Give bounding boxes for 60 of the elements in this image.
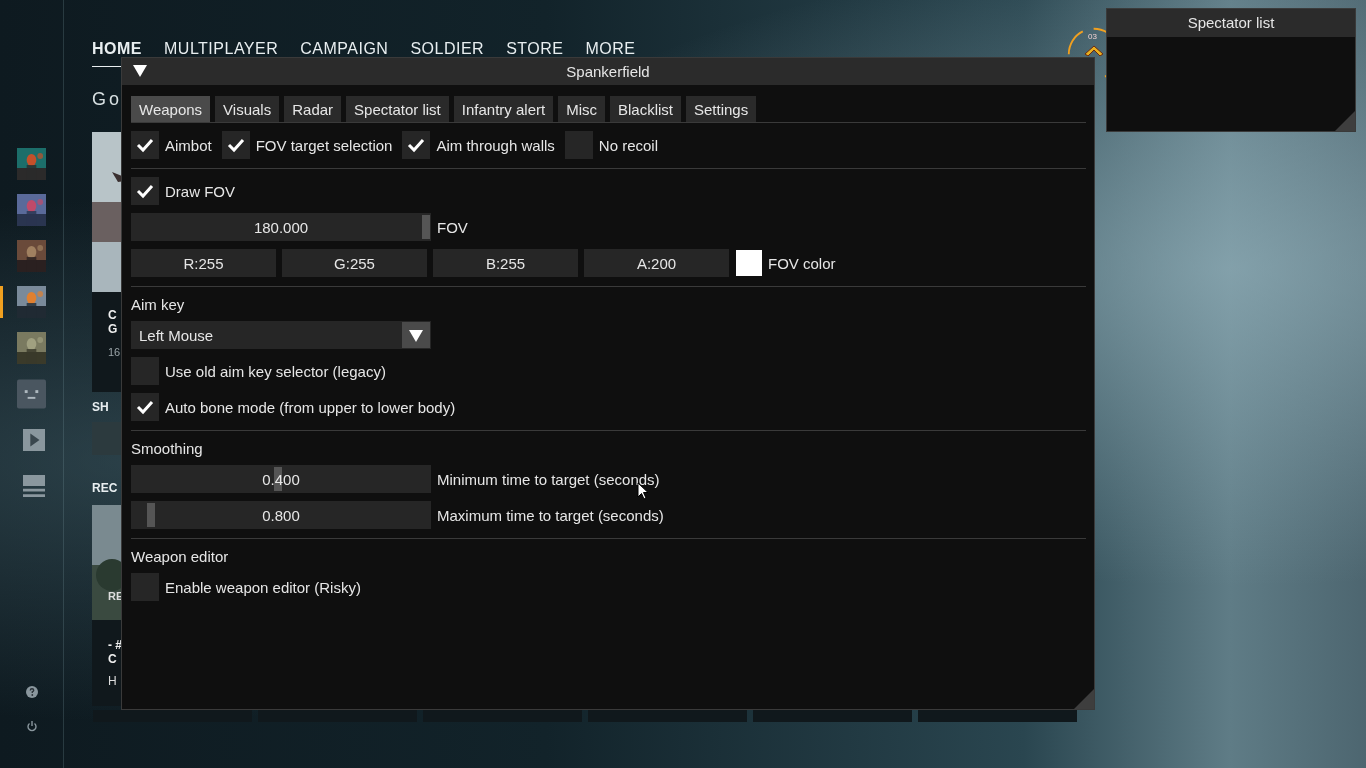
section-heading: REC [92,481,118,495]
tab[interactable]: Spectator list [346,96,449,122]
color-channel-field[interactable]: G:255 [282,249,427,277]
tab[interactable]: Radar [284,96,342,122]
greeting-heading: Go [92,89,122,110]
card-title: - # [108,638,122,652]
checkbox-label: Aim through walls [436,136,555,154]
color-label: FOV color [768,254,836,272]
tab[interactable]: Weapons [131,96,211,122]
slider-label: Maximum time to target (seconds) [437,506,664,524]
window-title: Spankerfield [566,63,650,80]
list-icon[interactable] [22,475,46,497]
slider-label: FOV [437,218,468,236]
checkbox-label: Auto bone mode (from upper to lower body) [165,398,456,416]
section-heading: SH [92,400,109,414]
slider[interactable]: 0.800 [131,501,431,529]
slider-label: Minimum time to target (seconds) [437,470,660,488]
slider[interactable]: 180.000 [131,213,431,241]
slider-handle[interactable] [146,503,155,527]
checkbox-label: No recoil [598,136,658,154]
robot-face-icon[interactable] [17,378,46,410]
checkbox[interactable] [131,393,159,421]
collapse-arrow-icon[interactable] [133,65,147,77]
tab[interactable]: Blacklist [610,96,681,122]
checkbox[interactable] [402,131,431,159]
checkbox-label: Use old aim key selector (legacy) [165,362,386,380]
checkbox-label: Aimbot [165,136,212,154]
checkbox[interactable] [131,177,159,205]
color-channel-field[interactable]: B:255 [433,249,578,277]
tab[interactable]: Misc [558,96,605,122]
slider[interactable]: 0.400 [131,465,431,493]
section-heading: Aim key [131,295,186,315]
card-meta: 16 [108,346,121,358]
aim-key-dropdown[interactable]: Left Mouse [131,321,431,349]
section-heading: Weapon editor [131,547,230,567]
card-title: C [108,308,117,322]
checkbox[interactable] [131,131,159,159]
card-title: G [108,322,118,336]
slider-handle[interactable] [422,215,430,239]
section-heading: Smoothing [131,439,204,459]
tab[interactable]: Settings [686,96,757,122]
play-icon[interactable] [22,429,46,451]
window-title: Spectator list [1107,9,1355,37]
checkbox-label: Enable weapon editor (Risky) [165,578,361,596]
checkbox-label: Draw FOV [165,182,235,200]
rank-number: 03 [1088,32,1097,41]
tab[interactable]: Infantry alert [453,96,554,122]
color-channel-field[interactable]: A:200 [584,249,729,277]
power-icon[interactable] [25,720,38,732]
tab[interactable]: Visuals [215,96,280,122]
checkbox-label: FOV target selection [255,136,393,154]
checkbox[interactable] [221,131,250,159]
card-title: C [108,652,117,666]
chevron-icon [1084,44,1104,56]
help-icon[interactable] [25,686,38,698]
color-swatch[interactable] [736,250,762,276]
color-channel-field[interactable]: R:255 [131,249,276,277]
resize-grip-icon[interactable] [1335,111,1355,131]
resize-grip-icon[interactable] [1074,689,1094,709]
card-meta: H [108,674,117,688]
